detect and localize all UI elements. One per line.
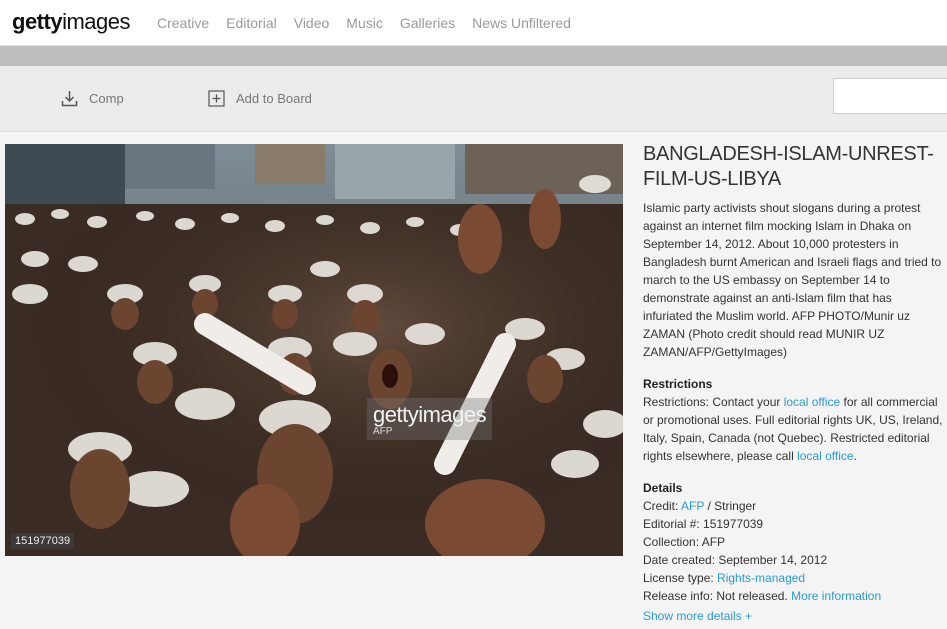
rights-managed-link[interactable]: Rights-managed bbox=[717, 571, 805, 585]
credit-afp-link[interactable]: AFP bbox=[681, 499, 704, 513]
download-icon bbox=[61, 91, 78, 107]
license-type-row: License type: Rights-managed bbox=[643, 571, 806, 585]
show-more-details-link[interactable]: Show more details + bbox=[643, 607, 943, 625]
release-info-row: Release info: Not released. More informa… bbox=[643, 589, 882, 603]
asset-title: BANGLADESH-ISLAM-UNREST-FILM-US-LIBYA bbox=[643, 143, 934, 190]
local-office-link[interactable]: local office bbox=[784, 395, 840, 409]
top-navigation: gettyimages Creative Editorial Video Mus… bbox=[0, 0, 947, 46]
add-to-board-button[interactable]: Add to Board bbox=[208, 90, 312, 107]
main-photo[interactable]: gettyimages AFP 151977039 bbox=[5, 144, 623, 556]
credit-row: Credit: AFP / Stringer bbox=[643, 499, 757, 513]
protest-crowd-image bbox=[5, 144, 623, 556]
add-to-board-label: Add to Board bbox=[236, 91, 312, 106]
more-information-link[interactable]: More information bbox=[791, 589, 881, 603]
nav-video[interactable]: Video bbox=[294, 15, 330, 31]
search-input[interactable] bbox=[833, 78, 947, 114]
getty-images-logo[interactable]: gettyimages bbox=[12, 9, 130, 35]
comp-label: Comp bbox=[89, 91, 124, 106]
header-divider-bar bbox=[0, 46, 947, 66]
restrictions-text: Restrictions: Contact your local office … bbox=[643, 395, 943, 463]
comp-download-button[interactable]: Comp bbox=[61, 90, 124, 107]
photo-id-badge: 151977039 bbox=[11, 533, 75, 549]
asset-caption: Islamic party activists shout slogans du… bbox=[643, 201, 942, 359]
restrictions-heading: Restrictions bbox=[643, 377, 713, 391]
details-heading: Details bbox=[643, 481, 683, 495]
main-nav: Creative Editorial Video Music Galleries… bbox=[157, 15, 588, 31]
plus-box-icon bbox=[208, 90, 225, 107]
asset-toolbar: Comp Add to Board bbox=[0, 66, 947, 132]
asset-info-panel: BANGLADESH-ISLAM-UNREST-FILM-US-LIBYA Is… bbox=[643, 142, 943, 625]
gettyimages-watermark: gettyimages AFP bbox=[367, 398, 493, 440]
nav-creative[interactable]: Creative bbox=[157, 15, 209, 31]
nav-galleries[interactable]: Galleries bbox=[400, 15, 455, 31]
nav-news-unfiltered[interactable]: News Unfiltered bbox=[472, 15, 571, 31]
date-created-row: Date created: September 14, 2012 bbox=[643, 553, 828, 567]
editorial-number: Editorial #: 151977039 bbox=[643, 517, 764, 531]
nav-editorial[interactable]: Editorial bbox=[226, 15, 277, 31]
collection-row: Collection: AFP bbox=[643, 535, 726, 549]
local-office-link-2[interactable]: local office bbox=[797, 449, 853, 463]
nav-music[interactable]: Music bbox=[346, 15, 383, 31]
